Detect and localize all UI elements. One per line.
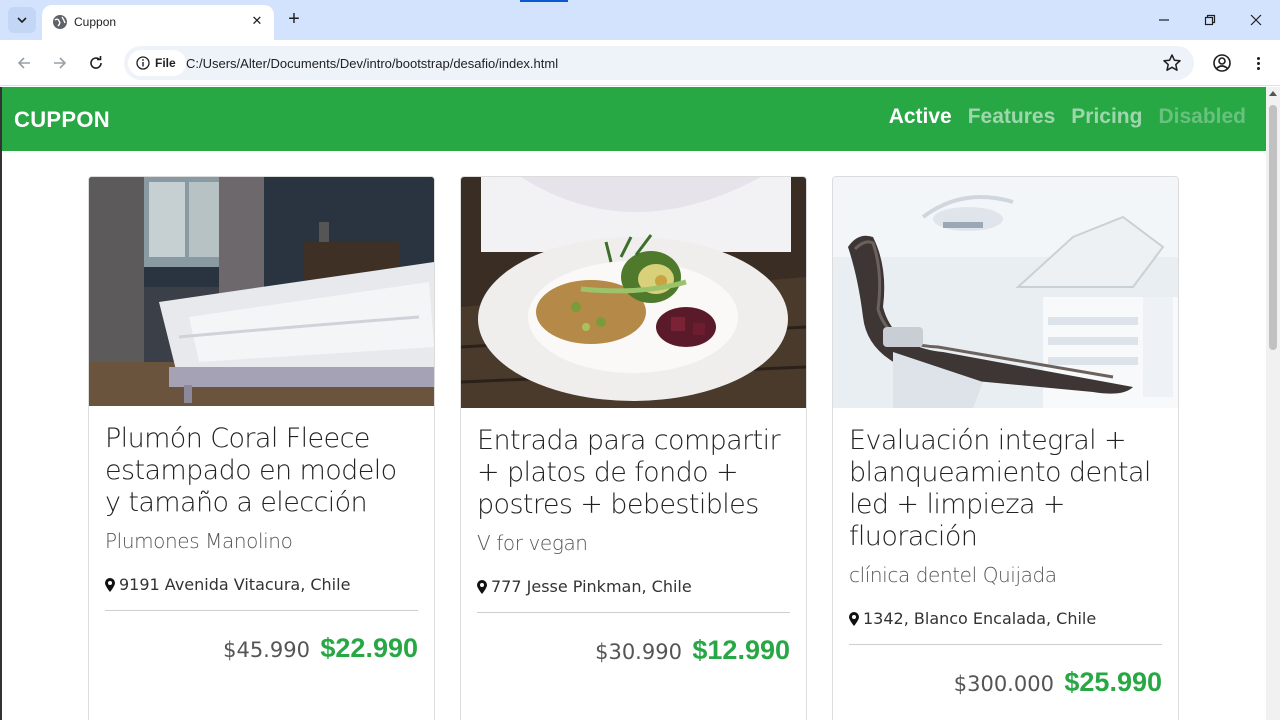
card-location-text: 777 Jesse Pinkman, Chile: [491, 577, 692, 596]
card-location-text: 9191 Avenida Vitacura, Chile: [119, 575, 351, 594]
card-image-bedroom: [89, 177, 434, 406]
restore-button[interactable]: [1200, 10, 1220, 30]
card-subtitle: clínica dentel Quijada: [849, 563, 1057, 587]
card-image-dental-chair: [833, 177, 1178, 408]
card-location-text: 1342, Blanco Encalada, Chile: [863, 609, 1097, 628]
page-scrollbar[interactable]: [1266, 87, 1280, 720]
card-subtitle: V for vegan: [477, 531, 588, 555]
browser-toolbar: File C:/Users/Alter/Documents/Dev/intro/…: [0, 40, 1280, 86]
nav-link-disabled: Disabled: [1158, 105, 1246, 128]
old-price: $30.990: [595, 640, 682, 664]
brand-logo[interactable]: CUPPON: [14, 107, 110, 133]
coupon-card[interactable]: Evaluación integral + blanqueamiento den…: [832, 176, 1179, 720]
card-title[interactable]: Entrada para compartir + platos de fondo…: [477, 425, 790, 521]
browser-tab-bar: Cuppon ✕ +: [0, 0, 1280, 40]
nav-link-features[interactable]: Features: [968, 105, 1056, 129]
close-icon: [1250, 14, 1262, 26]
nav-link-active[interactable]: Active: [889, 105, 952, 129]
new-price: $25.990: [1064, 667, 1162, 697]
info-icon: [136, 56, 150, 70]
reload-icon: [90, 56, 102, 69]
browser-menu-icon[interactable]: [1250, 53, 1266, 73]
site-chip-label: File: [155, 56, 176, 70]
globe-icon: [53, 15, 67, 29]
address-bar[interactable]: File C:/Users/Alter/Documents/Dev/intro/…: [124, 46, 1194, 80]
map-marker-icon: [477, 579, 487, 594]
new-price: $12.990: [692, 635, 790, 665]
card-location: 777 Jesse Pinkman, Chile: [477, 577, 790, 596]
site-info-chip[interactable]: File: [128, 50, 186, 76]
bookmark-star-icon[interactable]: [1162, 53, 1182, 73]
card-divider: [105, 610, 418, 611]
card-prices: $30.990 $12.990: [477, 635, 790, 666]
arrow-right-icon: [54, 57, 67, 69]
site-navbar: CUPPON Active Features Pricing Disabled: [2, 87, 1266, 151]
url-text[interactable]: C:/Users/Alter/Documents/Dev/intro/boots…: [186, 56, 558, 71]
arrow-left-icon: [17, 57, 30, 69]
profile-icon[interactable]: [1212, 53, 1232, 73]
map-marker-icon: [849, 611, 859, 626]
reload-button[interactable]: [86, 53, 106, 73]
old-price: $300.000: [953, 672, 1054, 696]
coupon-card[interactable]: Plumón Coral Fleece estampado en modelo …: [88, 176, 435, 720]
card-location: 9191 Avenida Vitacura, Chile: [105, 575, 418, 594]
card-title[interactable]: Evaluación integral + blanqueamiento den…: [849, 425, 1162, 553]
minimize-button[interactable]: [1154, 10, 1174, 30]
chevron-down-icon: [17, 17, 27, 23]
browser-tab[interactable]: Cuppon ✕: [42, 5, 274, 40]
minimize-icon: [1159, 19, 1169, 21]
restore-icon: [1204, 14, 1216, 26]
scroll-up-arrow-icon[interactable]: [1269, 91, 1277, 96]
forward-button[interactable]: [50, 53, 70, 73]
card-prices: $45.990 $22.990: [105, 633, 418, 664]
tab-title: Cuppon: [74, 15, 117, 29]
old-price: $45.990: [223, 638, 310, 662]
close-window-button[interactable]: [1246, 10, 1266, 30]
new-tab-button[interactable]: +: [284, 9, 304, 31]
card-title[interactable]: Plumón Coral Fleece estampado en modelo …: [105, 423, 418, 519]
scroll-thumb[interactable]: [1269, 105, 1277, 350]
back-button[interactable]: [14, 53, 34, 73]
card-divider: [849, 644, 1162, 645]
card-location: 1342, Blanco Encalada, Chile: [849, 609, 1162, 628]
card-image-vegan-plate: [461, 177, 806, 408]
tab-close-icon[interactable]: ✕: [248, 12, 266, 30]
nav-link-pricing[interactable]: Pricing: [1071, 105, 1142, 129]
card-divider: [477, 612, 790, 613]
card-prices: $300.000 $25.990: [849, 667, 1162, 698]
coupon-card[interactable]: Entrada para compartir + platos de fondo…: [460, 176, 807, 720]
card-subtitle: Plumones Manolino: [105, 529, 293, 553]
tab-search-button[interactable]: [8, 7, 36, 33]
nav-links: Active Features Pricing Disabled: [889, 105, 1246, 129]
map-marker-icon: [105, 577, 115, 592]
page-viewport: CUPPON Active Features Pricing Disabled: [0, 87, 1266, 720]
new-price: $22.990: [320, 633, 418, 663]
loading-indicator: [520, 0, 568, 2]
